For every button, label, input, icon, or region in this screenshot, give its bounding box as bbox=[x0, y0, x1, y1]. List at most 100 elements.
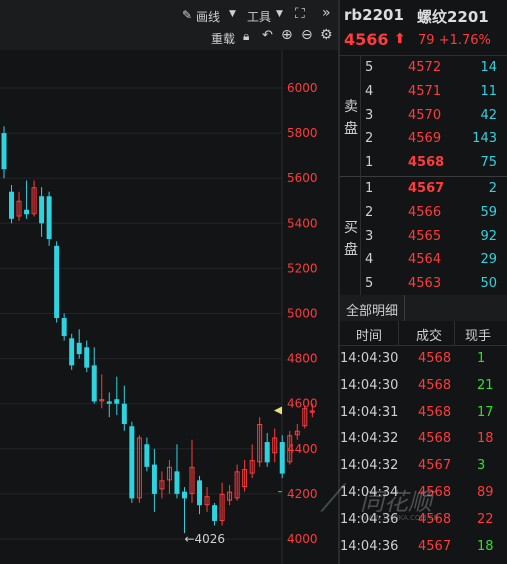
tick-price: 4567 bbox=[418, 538, 452, 554]
candle-body-down bbox=[84, 347, 90, 368]
candle-body-down bbox=[24, 209, 30, 215]
book-volume: 59 bbox=[480, 204, 497, 220]
book-row[interactable]: 4 4571 11 bbox=[340, 80, 507, 104]
tick-time: 14:04:36 bbox=[340, 538, 399, 554]
book-row[interactable]: 5 4563 50 bbox=[340, 272, 507, 296]
y-tick-label: 5200 bbox=[287, 261, 318, 275]
book-price: 4563 bbox=[408, 276, 442, 292]
lock-icon[interactable]: 🔒︎ bbox=[243, 29, 249, 44]
tick-price: 4567 bbox=[418, 458, 452, 474]
tick-row[interactable]: 14:04:36 4568 22 bbox=[340, 508, 507, 532]
tick-price: 4568 bbox=[418, 485, 452, 500]
book-row[interactable]: 3 4570 42 bbox=[340, 104, 507, 128]
candle-body-down bbox=[151, 464, 157, 494]
tick-volume: 21 bbox=[477, 377, 494, 393]
pencil-icon[interactable]: ✎ bbox=[182, 8, 192, 22]
chevron-down-icon[interactable]: ▼ bbox=[229, 9, 236, 19]
undo-icon[interactable]: ↶ bbox=[262, 28, 273, 43]
tick-volume: 18 bbox=[477, 538, 494, 554]
draw-line-menu[interactable]: 画线 bbox=[196, 8, 220, 25]
y-tick-label: 4800 bbox=[287, 352, 318, 366]
symbol-code: rb2201 bbox=[344, 6, 404, 24]
book-row[interactable]: 2 4569 143 bbox=[340, 127, 507, 151]
chart-toolbar: ✎ 画线 ▼ 工具 ▼ ⛶ » 重载 🔒︎ ↶ ⊕ ⊖ ⚙ bbox=[0, 0, 338, 50]
symbol-name: 螺纹2201 bbox=[417, 8, 489, 26]
y-tick-label: 5400 bbox=[287, 216, 318, 230]
book-volume: 2 bbox=[488, 181, 497, 196]
book-level: 5 bbox=[365, 60, 374, 75]
tick-price: 4568 bbox=[418, 511, 452, 527]
book-price: 4564 bbox=[408, 252, 442, 268]
divider bbox=[454, 321, 455, 345]
candle-body-down bbox=[1, 133, 7, 170]
tick-price: 4568 bbox=[418, 404, 452, 420]
tick-time: 14:04:32 bbox=[340, 458, 399, 474]
candle-body-down bbox=[106, 401, 112, 404]
tick-row[interactable]: 14:04:34 4568 89 bbox=[340, 481, 507, 505]
tick-price: 4568 bbox=[418, 377, 452, 393]
candle-body-down bbox=[129, 426, 135, 499]
book-row[interactable]: 2 4566 59 bbox=[340, 201, 507, 225]
book-row[interactable]: 3 4565 92 bbox=[340, 225, 507, 249]
book-row[interactable]: 5 4572 14 bbox=[340, 56, 507, 80]
candle-body-down bbox=[9, 191, 15, 219]
candle-body-down bbox=[174, 471, 180, 494]
book-row[interactable]: 1 4568 75 bbox=[340, 151, 507, 175]
book-level: 2 bbox=[365, 131, 374, 147]
book-volume: 92 bbox=[480, 228, 497, 244]
book-price: 4570 bbox=[408, 107, 442, 123]
gear-icon[interactable]: ⚙ bbox=[320, 27, 333, 43]
book-level: 4 bbox=[365, 252, 374, 268]
book-row[interactable]: 4 4564 29 bbox=[340, 248, 507, 272]
price-change: 79 +1.76% bbox=[418, 33, 491, 48]
y-tick-label: 4200 bbox=[287, 487, 318, 501]
candle-body-down bbox=[46, 196, 52, 240]
divider bbox=[398, 321, 399, 345]
book-level: 4 bbox=[365, 83, 374, 99]
candle-body-down bbox=[144, 444, 150, 467]
book-price: 4568 bbox=[408, 155, 445, 171]
tick-row[interactable]: 14:04:30 4568 1 bbox=[340, 347, 507, 371]
candle-body-down bbox=[279, 442, 285, 474]
tick-row[interactable]: 14:04:31 4568 17 bbox=[340, 401, 507, 425]
last-price: 4566 bbox=[344, 30, 389, 49]
tick-time: 14:04:30 bbox=[340, 377, 399, 393]
candlestick-chart[interactable]: 6000580056005400520050004800460044004200… bbox=[0, 50, 338, 564]
y-tick-label: 6000 bbox=[287, 81, 318, 95]
zoom-in-icon[interactable]: ⊕ bbox=[281, 27, 293, 43]
tick-row[interactable]: 14:04:30 4568 21 bbox=[340, 374, 507, 398]
book-volume: 42 bbox=[480, 107, 497, 123]
book-volume: 75 bbox=[480, 155, 497, 171]
candle-body-down bbox=[61, 318, 67, 337]
ticks-tabbar: 全部明细 bbox=[340, 295, 507, 321]
tab-all-details[interactable]: 全部明细 bbox=[346, 300, 398, 319]
candle-body-down bbox=[54, 245, 60, 319]
reload-button[interactable]: 重载 bbox=[211, 30, 235, 47]
expand-right-icon[interactable]: » bbox=[322, 5, 331, 21]
zoom-out-icon[interactable]: ⊖ bbox=[301, 27, 313, 43]
book-row[interactable]: 1 4567 2 bbox=[340, 177, 507, 201]
book-volume: 29 bbox=[480, 252, 497, 268]
candle-body-down bbox=[76, 342, 82, 355]
book-price: 4566 bbox=[408, 204, 442, 220]
tick-row[interactable]: 14:04:36 4567 18 bbox=[340, 535, 507, 559]
tick-volume: 17 bbox=[477, 404, 494, 420]
candle-body-down bbox=[39, 196, 45, 224]
chevron-down-icon[interactable]: ▼ bbox=[276, 9, 283, 19]
tick-volume: 89 bbox=[477, 485, 494, 500]
candle-body-down bbox=[197, 480, 203, 506]
current-price-pointer-icon bbox=[274, 406, 282, 415]
tick-volume: 1 bbox=[477, 351, 486, 366]
tick-time: 14:04:30 bbox=[340, 351, 399, 366]
ticks-header: 时间 成交 现手 bbox=[340, 321, 507, 346]
tick-row[interactable]: 14:04:32 4568 18 bbox=[340, 427, 507, 451]
book-level: 1 bbox=[365, 181, 374, 196]
book-volume: 11 bbox=[480, 83, 497, 99]
tick-row[interactable]: 14:04:32 4567 3 bbox=[340, 454, 507, 478]
tools-menu[interactable]: 工具 bbox=[247, 8, 271, 25]
fullscreen-icon[interactable]: ⛶ bbox=[295, 6, 305, 22]
book-volume: 50 bbox=[480, 276, 497, 292]
book-level: 1 bbox=[365, 155, 374, 171]
col-volume: 现手 bbox=[465, 329, 492, 344]
candle-body-down bbox=[181, 491, 187, 499]
